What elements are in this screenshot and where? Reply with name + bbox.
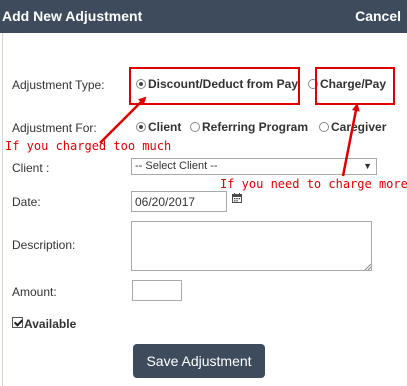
calendar-icon[interactable]: [232, 193, 242, 203]
annotation-overcharged: If you charged too much: [5, 139, 172, 153]
chevron-down-icon: ▼: [363, 161, 372, 171]
radio-client[interactable]: Client: [136, 120, 181, 134]
radio-client-label: Client: [148, 120, 182, 134]
radio-referring-program[interactable]: Referring Program: [190, 120, 308, 134]
radio-caregiver[interactable]: Caregiver: [319, 120, 386, 134]
highlight-box-discount: [129, 67, 300, 105]
amount-label: Amount:: [12, 285, 57, 299]
available-label: Available: [24, 317, 77, 331]
date-input[interactable]: [131, 191, 227, 212]
description-textarea[interactable]: [131, 221, 372, 271]
save-adjustment-button[interactable]: Save Adjustment: [133, 344, 265, 378]
available-checkbox[interactable]: [12, 317, 23, 328]
amount-input[interactable]: [132, 280, 182, 301]
cancel-button[interactable]: Cancel: [355, 8, 401, 24]
highlight-box-charge: [315, 67, 395, 105]
dialog-header: Add New Adjustment Cancel: [0, 0, 407, 33]
radio-button[interactable]: [190, 122, 200, 132]
radio-caregiver-label: Caregiver: [331, 120, 387, 134]
radio-button[interactable]: [136, 122, 146, 132]
annotation-charge-more: If you need to charge more: [220, 177, 407, 191]
client-select[interactable]: -- Select Client -- ▼: [131, 158, 377, 175]
adjustment-type-label: Adjustment Type:: [12, 78, 105, 92]
description-label: Description:: [12, 238, 76, 252]
client-label: Client :: [12, 161, 50, 175]
dialog-title: Add New Adjustment: [2, 8, 143, 24]
resize-grip-icon[interactable]: [364, 263, 371, 270]
left-border: [2, 33, 3, 386]
radio-button[interactable]: [319, 122, 329, 132]
radio-referring-label: Referring Program: [202, 120, 309, 134]
client-select-value: -- Select Client --: [135, 160, 218, 172]
date-label: Date:: [12, 195, 41, 209]
adjustment-for-label: Adjustment For:: [12, 121, 97, 135]
